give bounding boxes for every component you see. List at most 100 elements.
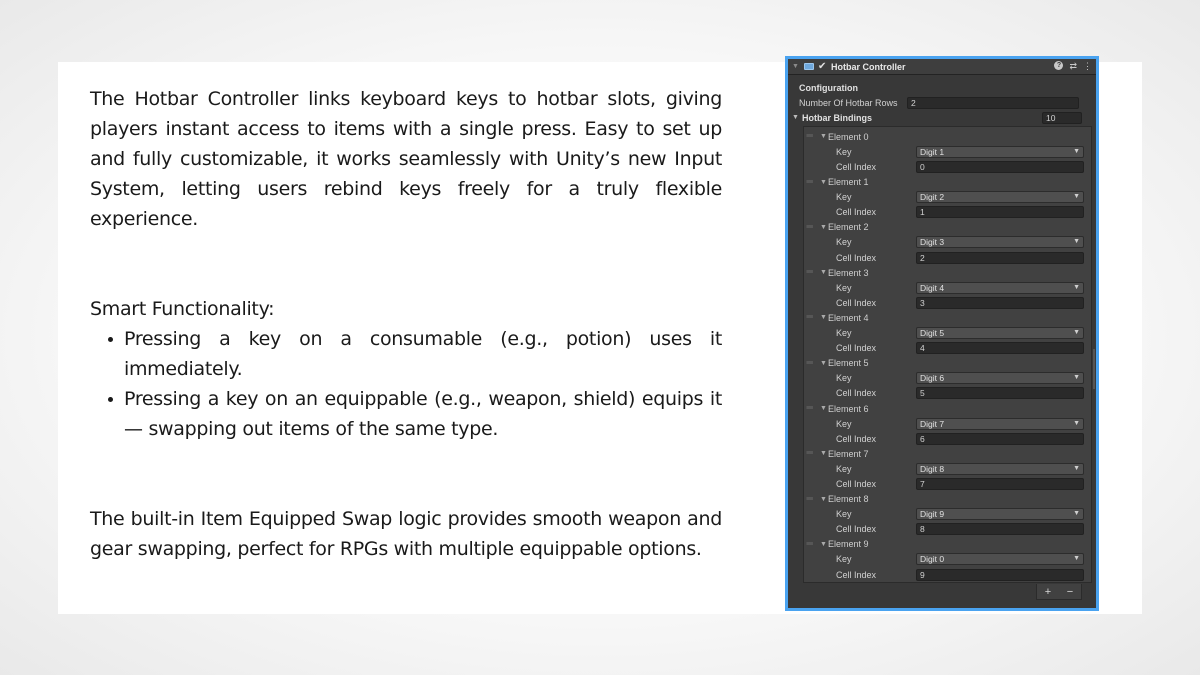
cell-index-field[interactable]: 3 <box>916 296 1084 309</box>
cell-index-field[interactable]: 7 <box>916 477 1084 490</box>
enabled-checkbox[interactable]: ✔ <box>818 61 827 72</box>
key-dropdown[interactable]: Digit 9 ▼ <box>916 508 1084 521</box>
key-row: Key Digit 6 ▼ <box>804 371 1091 386</box>
add-element-button[interactable]: + <box>1045 586 1051 598</box>
cell-index-field[interactable]: 0 <box>916 161 1084 174</box>
context-menu-icon[interactable]: ⋮ <box>1083 61 1092 72</box>
cell-index-field[interactable]: 5 <box>916 387 1084 400</box>
cell-index-field[interactable]: 8 <box>916 523 1084 536</box>
key-dropdown[interactable]: Digit 6 ▼ <box>916 372 1084 385</box>
cell-index-label: Cell Index <box>836 524 877 535</box>
cell-index-row: Cell Index 5 <box>804 386 1091 401</box>
key-dropdown[interactable]: Digit 3 ▼ <box>916 236 1084 249</box>
element-label: Element 8 <box>828 494 869 505</box>
key-dropdown[interactable]: Digit 2 ▼ <box>916 191 1084 204</box>
dropdown-caret-icon: ▼ <box>1073 464 1080 472</box>
element-label: Element 0 <box>828 131 869 142</box>
cell-index-field[interactable]: 9 <box>916 568 1084 581</box>
remove-element-button[interactable]: − <box>1067 586 1073 598</box>
bindings-size-field[interactable]: 10 <box>1042 111 1082 124</box>
element-fold-icon[interactable]: ▼ <box>820 496 828 503</box>
help-icon[interactable]: ? <box>1054 61 1064 70</box>
unity-inspector-panel: ▼ ✔ Hotbar Controller ? ⇄ ⋮ Configuratio… <box>785 56 1099 611</box>
cell-index-row: Cell Index 4 <box>804 341 1091 356</box>
component-header[interactable]: ▼ ✔ Hotbar Controller ? ⇄ ⋮ <box>788 59 1096 75</box>
cell-index-field[interactable]: 1 <box>916 206 1084 219</box>
element-label: Element 4 <box>828 312 869 323</box>
element-label: Element 3 <box>828 267 869 278</box>
key-dropdown[interactable]: Digit 1 ▼ <box>916 145 1084 158</box>
key-row: Key Digit 9 ▼ <box>804 507 1091 522</box>
list-element-header[interactable]: ≡≡ ▼ Element 4 <box>804 310 1091 325</box>
hotbar-bindings-row[interactable]: ▼ Hotbar Bindings 10 <box>792 110 1092 125</box>
element-label: Element 2 <box>828 222 869 233</box>
key-label: Key <box>836 418 852 429</box>
drag-handle-icon[interactable]: ≡≡ <box>806 314 820 321</box>
cell-index-label: Cell Index <box>836 433 877 444</box>
list-element-header[interactable]: ≡≡ ▼ Element 2 <box>804 220 1091 235</box>
key-dropdown[interactable]: Digit 7 ▼ <box>916 417 1084 430</box>
list-element-header[interactable]: ≡≡ ▼ Element 0 <box>804 129 1091 144</box>
cell-index-label: Cell Index <box>836 252 877 263</box>
drag-handle-icon[interactable]: ≡≡ <box>806 133 820 140</box>
element-fold-icon[interactable]: ▼ <box>820 314 828 321</box>
element-label: Element 9 <box>828 539 869 550</box>
description-column: The Hotbar Controller links keyboard key… <box>90 84 722 564</box>
drag-handle-icon[interactable]: ≡≡ <box>806 179 820 186</box>
element-label: Element 7 <box>828 448 869 459</box>
element-fold-icon[interactable]: ▼ <box>820 450 828 457</box>
list-element-header[interactable]: ≡≡ ▼ Element 1 <box>804 175 1091 190</box>
dropdown-caret-icon: ▼ <box>1073 147 1080 155</box>
list-element-header[interactable]: ≡≡ ▼ Element 5 <box>804 356 1091 371</box>
hotbar-rows-field[interactable]: 2 <box>907 96 1079 109</box>
drag-handle-icon[interactable]: ≡≡ <box>806 450 820 457</box>
drag-handle-icon[interactable]: ≡≡ <box>806 224 820 231</box>
list-element-header[interactable]: ≡≡ ▼ Element 3 <box>804 265 1091 280</box>
dropdown-caret-icon: ▼ <box>1073 283 1080 291</box>
cell-index-field[interactable]: 2 <box>916 251 1084 264</box>
hotbar-rows-row: Number Of Hotbar Rows 2 <box>792 95 1092 110</box>
dropdown-caret-icon: ▼ <box>1073 193 1080 201</box>
key-label: Key <box>836 282 852 293</box>
dropdown-caret-icon: ▼ <box>1073 374 1080 382</box>
element-fold-icon[interactable]: ▼ <box>820 360 828 367</box>
presets-icon[interactable]: ⇄ <box>1069 61 1077 72</box>
features-heading: Smart Functionality: <box>90 298 275 320</box>
element-fold-icon[interactable]: ▼ <box>820 133 828 140</box>
key-dropdown[interactable]: Digit 0 ▼ <box>916 553 1084 566</box>
element-fold-icon[interactable]: ▼ <box>820 224 828 231</box>
key-dropdown[interactable]: Digit 4 ▼ <box>916 281 1084 294</box>
drag-handle-icon[interactable]: ≡≡ <box>806 360 820 367</box>
cell-index-field[interactable]: 4 <box>916 342 1084 355</box>
key-row: Key Digit 7 ▼ <box>804 416 1091 431</box>
dropdown-caret-icon: ▼ <box>1073 510 1080 518</box>
inspector-body: Configuration Number Of Hotbar Rows 2 ▼ … <box>788 75 1096 584</box>
element-fold-icon[interactable]: ▼ <box>820 405 828 412</box>
key-dropdown[interactable]: Digit 8 ▼ <box>916 462 1084 475</box>
drag-handle-icon[interactable]: ≡≡ <box>806 496 820 503</box>
fold-arrow-icon[interactable]: ▼ <box>792 63 800 70</box>
drag-handle-icon[interactable]: ≡≡ <box>806 269 820 276</box>
bindings-fold-icon[interactable]: ▼ <box>792 114 800 121</box>
scrollbar-thumb[interactable] <box>1093 349 1095 389</box>
bullet-dot <box>108 337 113 342</box>
drag-handle-icon[interactable]: ≡≡ <box>806 405 820 412</box>
key-label: Key <box>836 509 852 520</box>
drag-handle-icon[interactable]: ≡≡ <box>806 541 820 548</box>
key-dropdown[interactable]: Digit 5 ▼ <box>916 327 1084 340</box>
header-actions: ? ⇄ ⋮ <box>1054 61 1092 72</box>
key-row: Key Digit 0 ▼ <box>804 552 1091 567</box>
key-label: Key <box>836 463 852 474</box>
list-element-header[interactable]: ≡≡ ▼ Element 7 <box>804 446 1091 461</box>
cell-index-row: Cell Index 8 <box>804 522 1091 537</box>
element-fold-icon[interactable]: ▼ <box>820 269 828 276</box>
cell-index-field[interactable]: 6 <box>916 432 1084 445</box>
key-label: Key <box>836 146 852 157</box>
cell-index-row: Cell Index 6 <box>804 431 1091 446</box>
cell-index-label: Cell Index <box>836 569 877 580</box>
list-element-header[interactable]: ≡≡ ▼ Element 8 <box>804 492 1091 507</box>
element-fold-icon[interactable]: ▼ <box>820 541 828 548</box>
list-element-header[interactable]: ≡≡ ▼ Element 9 <box>804 537 1091 552</box>
list-element-header[interactable]: ≡≡ ▼ Element 6 <box>804 401 1091 416</box>
element-fold-icon[interactable]: ▼ <box>820 179 828 186</box>
